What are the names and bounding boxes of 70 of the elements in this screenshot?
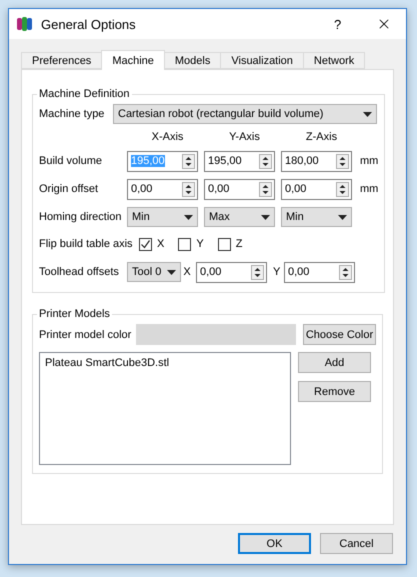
field-value: 195,00: [131, 155, 165, 167]
spin-field[interactable]: 0,00: [127, 178, 198, 200]
field-value: 0,00: [288, 266, 310, 278]
field-value: 0,00: [200, 266, 222, 278]
group-title: Printer Models: [38, 308, 111, 320]
unit-label: mm: [360, 183, 378, 195]
spin-arrows-icon[interactable]: [336, 154, 349, 168]
axis-label: X: [182, 266, 192, 278]
spin-field[interactable]: 0,00: [204, 178, 275, 200]
spin-field[interactable]: 0,00: [284, 262, 355, 282]
list-button[interactable]: Add: [298, 352, 371, 373]
field-value: 0,00: [131, 183, 152, 195]
checkbox-label: X: [157, 238, 164, 250]
spin-field[interactable]: 195,00: [204, 150, 275, 172]
spin-arrows-icon[interactable]: [339, 264, 352, 280]
list-button[interactable]: Remove: [298, 381, 371, 402]
column-header: X-Axis: [150, 131, 184, 143]
caret-icon: [167, 270, 176, 274]
window-title: General Options: [41, 16, 137, 32]
model-list[interactable]: Plateau SmartCube3D.stl: [39, 352, 291, 465]
checkbox-label: Z: [236, 238, 242, 250]
tab[interactable]: Preferences: [21, 52, 102, 69]
spin-arrows-icon[interactable]: [251, 264, 264, 280]
dropdown[interactable]: Max: [204, 207, 275, 227]
tab[interactable]: Models: [164, 52, 222, 69]
field-label: Flip build table axis: [39, 238, 134, 250]
tool-dropdown[interactable]: Tool 0: [127, 262, 181, 282]
spin-field[interactable]: 0,00: [196, 262, 267, 282]
field-value: 0,00: [208, 183, 230, 195]
field-label: Machine type: [39, 108, 106, 120]
column-header: Y-Axis: [228, 131, 261, 143]
checkbox[interactable]: [178, 238, 192, 250]
field-value: 180,00: [285, 155, 319, 167]
dropdown[interactable]: Min: [127, 207, 198, 227]
caret-icon: [184, 214, 193, 220]
spin-field[interactable]: 0,00: [281, 178, 352, 200]
checkbox[interactable]: [139, 238, 152, 250]
caret-icon: [363, 112, 372, 116]
tab[interactable]: Network: [302, 52, 366, 69]
field-label: Build volume: [39, 155, 103, 167]
field-value: 0,00: [285, 183, 306, 195]
spin-field[interactable]: 180,00: [281, 150, 352, 172]
machine-type-dropdown[interactable]: Cartesian robot (rectangular build volume): [113, 104, 377, 124]
field-label: Origin offset: [39, 183, 100, 195]
caret-icon: [338, 214, 347, 220]
app-icon: [17, 17, 33, 31]
dialog-button[interactable]: Cancel: [320, 533, 393, 554]
checkbox[interactable]: [218, 238, 231, 250]
field-label: Toolhead offsets: [39, 266, 120, 278]
list-item[interactable]: Plateau SmartCube3D.stl: [45, 357, 285, 369]
tab[interactable]: Visualization: [220, 52, 304, 69]
dialog-button[interactable]: OK: [238, 533, 311, 554]
spin-arrows-icon[interactable]: [182, 182, 195, 196]
tab[interactable]: Machine: [101, 50, 165, 70]
choose-color-button[interactable]: Choose Color: [303, 324, 376, 345]
help-button[interactable]: ?: [334, 16, 354, 32]
checkbox-label: Y: [196, 238, 204, 250]
axis-label: Y: [273, 266, 282, 278]
dropdown[interactable]: Min: [281, 207, 352, 227]
spin-arrows-icon[interactable]: [336, 182, 349, 196]
column-header: Z-Axis: [304, 131, 338, 143]
spin-arrows-icon[interactable]: [182, 154, 195, 168]
unit-label: mm: [360, 155, 378, 167]
spin-arrows-icon[interactable]: [259, 182, 272, 196]
caret-icon: [261, 214, 270, 220]
group-title: Machine Definition: [38, 88, 130, 100]
spin-arrows-icon[interactable]: [259, 154, 272, 168]
field-label: Printer model color: [39, 328, 132, 340]
field-value: 195,00: [208, 155, 242, 167]
field-label: Homing direction: [39, 211, 123, 223]
